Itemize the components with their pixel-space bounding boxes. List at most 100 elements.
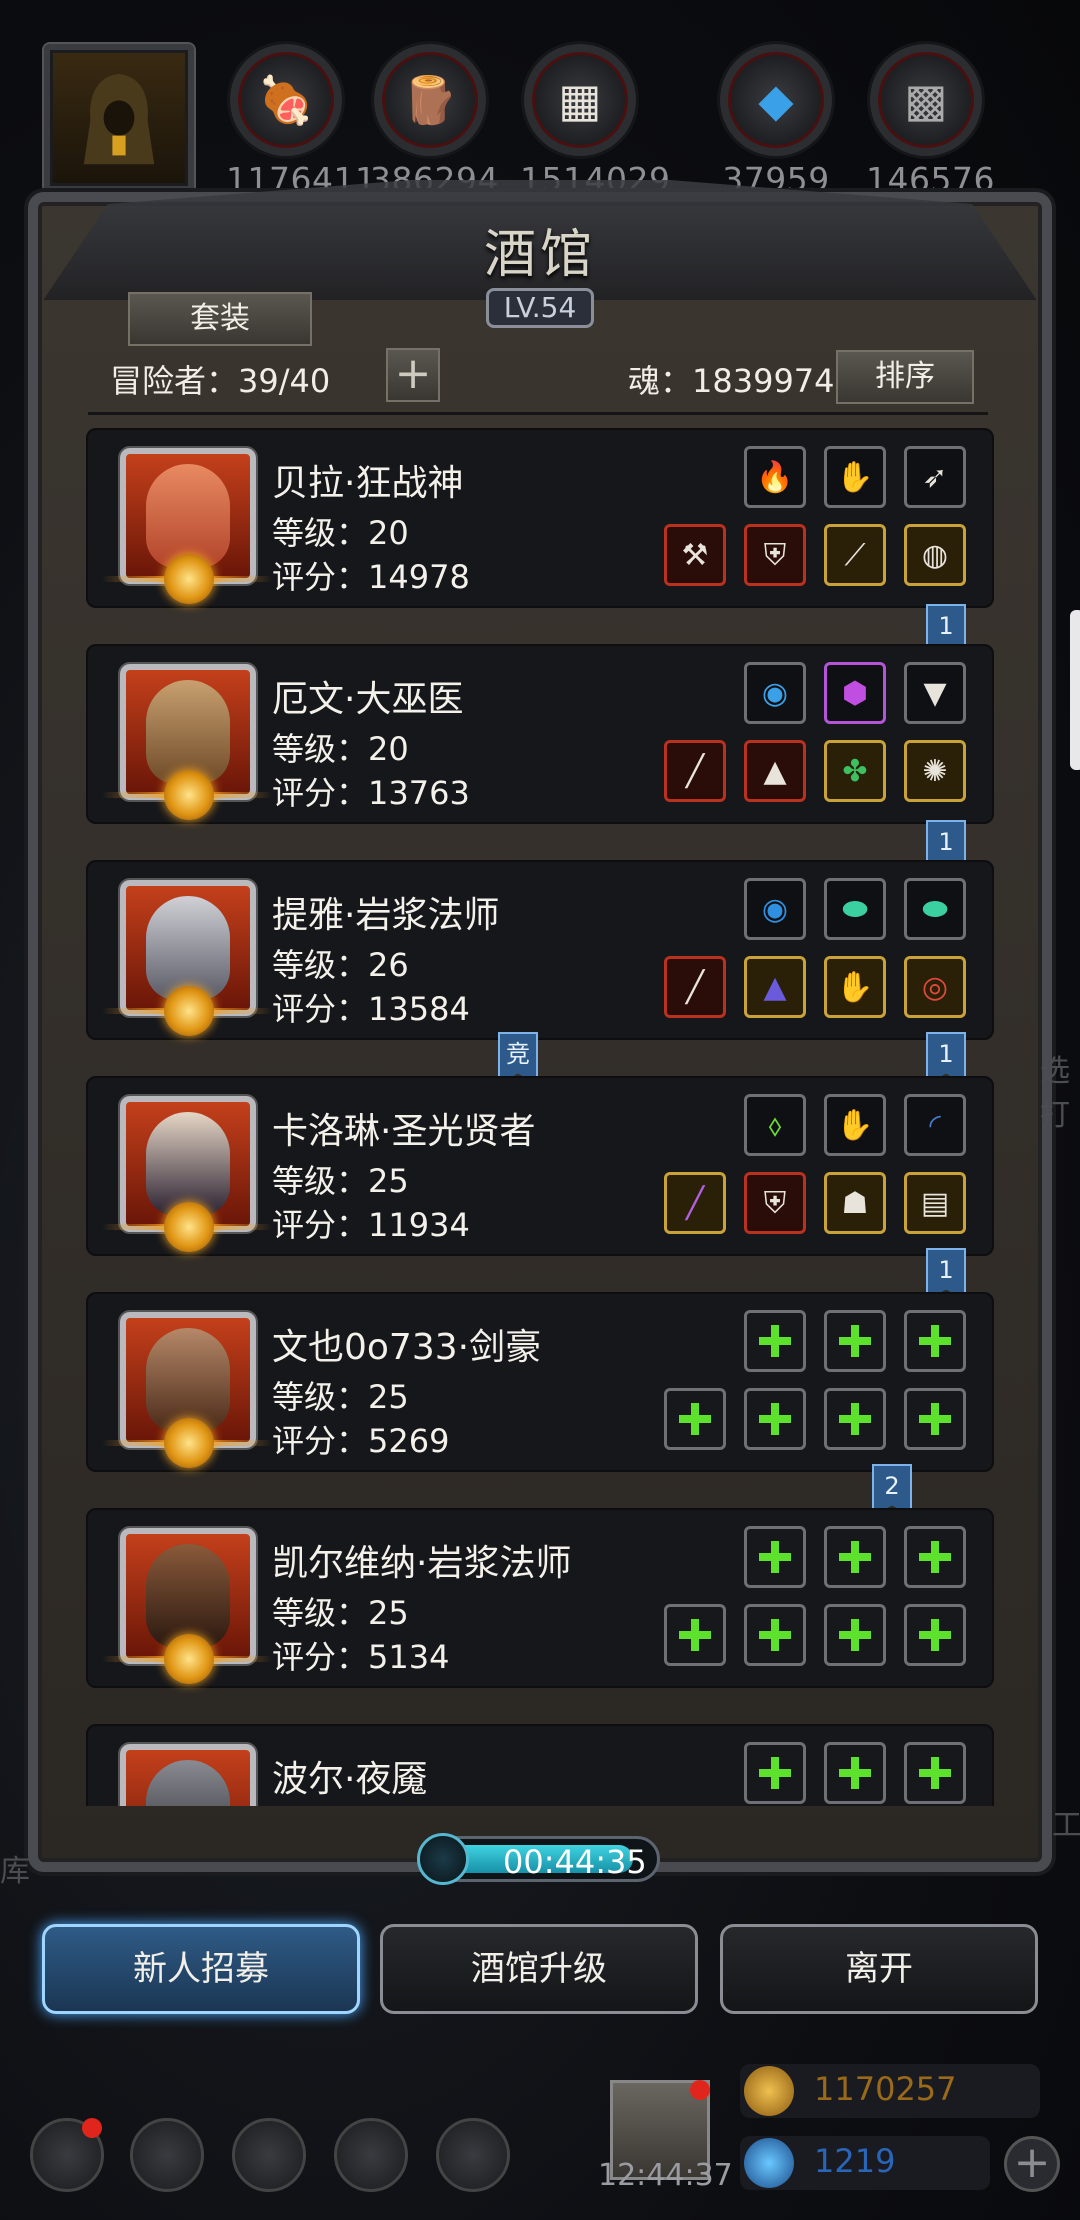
gauntlet-icon[interactable]: ✋ bbox=[824, 446, 886, 508]
boots-icon[interactable]: ◍ bbox=[904, 524, 966, 586]
gem-value: 1219 bbox=[814, 2142, 896, 2180]
empty-slot-plus-icon[interactable] bbox=[744, 1604, 806, 1666]
empty-slot-plus-icon[interactable] bbox=[744, 1310, 806, 1372]
herb-icon[interactable]: ✤ bbox=[824, 740, 886, 802]
bow-icon[interactable]: ◜ bbox=[904, 1094, 966, 1156]
empty-slot-plus-icon[interactable] bbox=[824, 1388, 886, 1450]
bag-icon[interactable] bbox=[436, 2118, 510, 2192]
hero-roster-icon[interactable] bbox=[232, 2118, 306, 2192]
rank-medal-icon bbox=[164, 770, 214, 820]
tavern-level-badge: LV.54 bbox=[486, 288, 594, 328]
rank-medal-icon bbox=[164, 1418, 214, 1468]
upgrade-tavern-button[interactable]: 酒馆升级 bbox=[380, 1924, 698, 2014]
hero-name: 卡洛琳·圣光贤者 bbox=[272, 1111, 536, 1152]
empty-slot-plus-icon[interactable] bbox=[904, 1526, 966, 1588]
empty-slot-plus-icon[interactable] bbox=[744, 1526, 806, 1588]
hero-score: 评分：5134 bbox=[272, 1638, 450, 1676]
feather-icon[interactable]: ➶ bbox=[904, 446, 966, 508]
hero-card[interactable]: 厄文·大巫医 等级：20 评分：13763 ◉ ⬢ ▼ ╱ ▲ ✤ ✺ bbox=[86, 644, 994, 824]
add-slot-button[interactable]: + bbox=[386, 348, 440, 402]
amethyst-icon[interactable]: ⬢ bbox=[824, 662, 886, 724]
hero-name: 提雅·岩浆法师 bbox=[272, 895, 500, 936]
spider-icon[interactable]: ✺ bbox=[904, 740, 966, 802]
resource-stone[interactable]: ▩ 146576 bbox=[866, 44, 994, 199]
player-avatar[interactable] bbox=[44, 44, 194, 192]
glove-icon[interactable]: ✋ bbox=[824, 956, 886, 1018]
rank-medal-icon bbox=[164, 1634, 214, 1684]
mask-icon[interactable]: ☗ bbox=[824, 1172, 886, 1234]
gold-counter[interactable]: 1170257 bbox=[740, 2064, 1040, 2118]
gift-timer: 12:44:37 bbox=[598, 2158, 733, 2193]
set-button[interactable]: 套装 bbox=[128, 292, 312, 346]
axe-weapon-icon[interactable]: ⚒ bbox=[664, 524, 726, 586]
green-crystal-icon[interactable]: ⬨ bbox=[744, 1094, 806, 1156]
empty-slot-plus-icon[interactable] bbox=[904, 1310, 966, 1372]
hero-card[interactable]: 凯尔维纳·岩浆法师 等级：25 评分：5134 bbox=[86, 1508, 994, 1688]
staff-icon[interactable]: ╱ bbox=[664, 740, 726, 802]
gold-coin-icon bbox=[744, 2066, 794, 2116]
gauntlet-icon[interactable]: ✋ bbox=[824, 1094, 886, 1156]
scroll-icon[interactable]: ▤ bbox=[904, 1172, 966, 1234]
robe-icon[interactable]: ▲ bbox=[744, 956, 806, 1018]
blue-orb-icon[interactable]: ◉ bbox=[744, 878, 806, 940]
hero-card[interactable]: 文也0o733·剑豪 等级：25 评分：5269 bbox=[86, 1292, 994, 1472]
screen-edge-handle[interactable] bbox=[1070, 610, 1080, 770]
hero-portrait bbox=[120, 1744, 256, 1806]
empty-slot-plus-icon[interactable] bbox=[824, 1604, 886, 1666]
fire-skill-icon[interactable]: 🔥 bbox=[744, 446, 806, 508]
sort-button[interactable]: 排序 bbox=[836, 350, 974, 404]
empty-slot-plus-icon[interactable] bbox=[824, 1742, 886, 1804]
jade-stone-icon[interactable]: ⬬ bbox=[824, 878, 886, 940]
bracer-icon[interactable]: ⟋ bbox=[824, 524, 886, 586]
resource-meat[interactable]: 🍖 1176411 bbox=[226, 44, 376, 199]
hero-level: 等级：25 bbox=[272, 1162, 409, 1200]
empty-slot-plus-icon[interactable] bbox=[664, 1388, 726, 1450]
side-label-left: 库 bbox=[0, 1854, 30, 1889]
armor-icon[interactable]: ⛨ bbox=[744, 524, 806, 586]
empty-slot-plus-icon[interactable] bbox=[904, 1742, 966, 1804]
mail-icon[interactable] bbox=[334, 2118, 408, 2192]
armor-icon[interactable]: ⛨ bbox=[744, 1172, 806, 1234]
hero-score: 评分：14978 bbox=[272, 558, 470, 596]
hero-card[interactable]: 提雅·岩浆法师 等级：26 评分：13584 ◉ ⬬ ⬬ ╱ ▲ ✋ ◎ bbox=[86, 860, 994, 1040]
stone-icon: ▩ bbox=[870, 44, 982, 156]
wood-icon: 🪵 bbox=[374, 44, 486, 156]
resource-wood[interactable]: 🪵 386294 bbox=[370, 44, 498, 199]
leave-button[interactable]: 离开 bbox=[720, 1924, 1038, 2014]
hero-card[interactable]: 波尔·夜魇 bbox=[86, 1724, 994, 1806]
notification-dot bbox=[690, 2080, 710, 2100]
jade-stone-icon[interactable]: ⬬ bbox=[904, 878, 966, 940]
recruit-button[interactable]: 新人招募 bbox=[42, 1924, 360, 2014]
empty-slot-plus-icon[interactable] bbox=[904, 1604, 966, 1666]
water-orb-icon[interactable]: ◉ bbox=[744, 662, 806, 724]
timer-text: 00:44:35 bbox=[503, 1843, 647, 1881]
wand-icon[interactable]: ╱ bbox=[664, 1172, 726, 1234]
hero-card[interactable]: 贝拉·狂战神 等级：20 评分：14978 🔥 ✋ ➶ ⚒ ⛨ ⟋ ◍ bbox=[86, 428, 994, 608]
clock-icon bbox=[417, 1833, 469, 1885]
resource-crystal[interactable]: ◆ 37959 bbox=[716, 44, 836, 199]
side-label-right: 工 bbox=[1052, 1808, 1080, 1843]
gold-value: 1170257 bbox=[814, 2070, 957, 2108]
add-currency-button[interactable]: + bbox=[1004, 2136, 1060, 2192]
ring-icon[interactable]: ◎ bbox=[904, 956, 966, 1018]
wolf-sigil-icon[interactable]: ▼ bbox=[904, 662, 966, 724]
hero-name: 文也0o733·剑豪 bbox=[272, 1327, 542, 1368]
gem-counter[interactable]: 1219 bbox=[740, 2136, 990, 2190]
star-icon[interactable] bbox=[130, 2118, 204, 2192]
empty-slot-plus-icon[interactable] bbox=[744, 1388, 806, 1450]
empty-slot-plus-icon[interactable] bbox=[824, 1526, 886, 1588]
hero-score: 评分：13584 bbox=[272, 990, 470, 1028]
hero-level: 等级：26 bbox=[272, 946, 409, 984]
hero-card[interactable]: 卡洛琳·圣光贤者 等级：25 评分：11934 ⬨ ✋ ◜ ╱ ⛨ ☗ ▤ bbox=[86, 1076, 994, 1256]
resource-iron[interactable]: ▦ 1514029 bbox=[520, 44, 670, 199]
staff-icon[interactable]: ╱ bbox=[664, 956, 726, 1018]
empty-slot-plus-icon[interactable] bbox=[744, 1742, 806, 1804]
hero-list[interactable]: 贝拉·狂战神 等级：20 评分：14978 🔥 ✋ ➶ ⚒ ⛨ ⟋ ◍ 1 厄文… bbox=[86, 428, 994, 1806]
notification-dot bbox=[82, 2118, 102, 2138]
empty-slot-plus-icon[interactable] bbox=[664, 1604, 726, 1666]
hero-level: 等级：25 bbox=[272, 1594, 409, 1632]
robe-icon[interactable]: ▲ bbox=[744, 740, 806, 802]
empty-slot-plus-icon[interactable] bbox=[904, 1388, 966, 1450]
empty-slot-plus-icon[interactable] bbox=[824, 1310, 886, 1372]
hero-level: 等级：20 bbox=[272, 514, 409, 552]
